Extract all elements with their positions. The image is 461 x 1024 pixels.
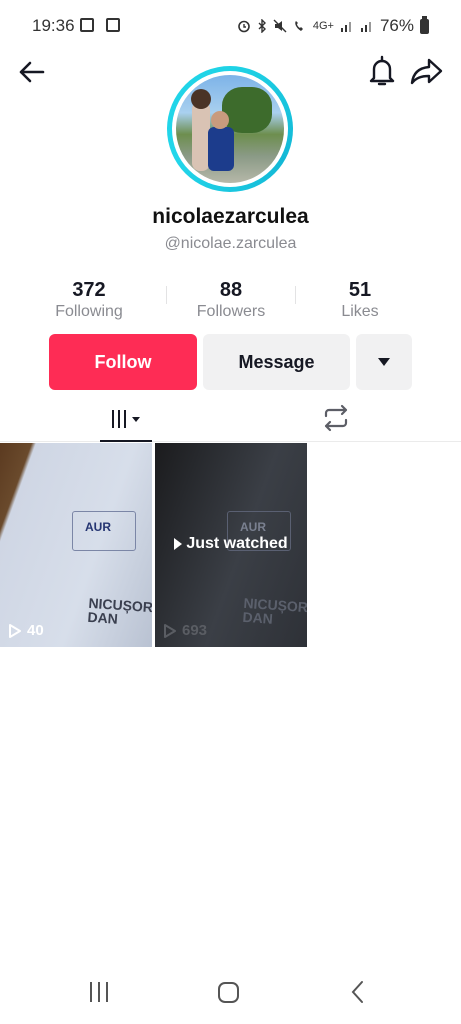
avatar-photo [176,75,284,183]
bell-icon[interactable] [366,54,398,88]
profile-stats: 372 Following 88 Followers 51 Likes [0,278,461,324]
share-icon[interactable] [410,54,444,88]
suggested-accounts-button[interactable] [356,334,412,390]
video-thumbnail[interactable]: AUR NICUȘOR DAN 40 [0,443,152,647]
status-time: 19:36 [32,16,75,35]
view-count: 40 [8,622,44,639]
gallery-icon [80,18,94,32]
system-nav-bar [0,970,461,1016]
play-outline-icon [164,623,176,638]
play-icon [174,538,183,550]
profile-username: nicolaezarculea [152,205,309,228]
ballot-logo-text: AUR [240,520,266,534]
tab-videos[interactable] [100,398,152,442]
content-tabs [0,398,461,442]
ballot-name: NICUȘOR DAN [87,594,152,627]
nav-back-icon[interactable] [350,980,364,1004]
avatar[interactable] [167,66,293,192]
avatar-person-2 [208,127,234,171]
back-arrow-icon[interactable] [16,56,48,88]
avatar-person-2-head [211,111,229,129]
stat-followers-label: Followers [196,303,266,320]
grid-bars-icon [112,410,126,428]
video-grid: AUR NICUȘOR DAN 40 AUR NICUȘOR DAN Just … [0,443,461,647]
stat-likes-label: Likes [341,303,379,320]
ballot-name: NICUȘOR DAN [242,594,307,627]
stat-followers[interactable]: 88 Followers [166,278,296,322]
signal-icon-2 [360,22,371,32]
just-watched-label: Just watched [155,535,307,553]
just-watched-text: Just watched [186,535,288,552]
message-button[interactable]: Message [203,334,350,390]
avatar-frame [172,71,288,187]
check-icon [106,18,120,32]
network-type: 4G+ [312,20,334,32]
view-count-value: 40 [27,622,44,639]
video-thumbnail[interactable]: AUR NICUȘOR DAN Just watched 693 [155,443,307,647]
bluetooth-icon [258,19,266,33]
stat-likes-value: 51 [348,279,372,301]
view-count-value: 693 [182,622,208,639]
view-count: 693 [163,622,207,639]
home-icon[interactable] [218,982,239,1003]
repost-icon[interactable] [320,402,352,434]
alarm-icon [238,20,250,33]
play-outline-icon [9,623,21,638]
avatar-person-1-head [191,89,211,109]
stat-likes[interactable]: 51 Likes [295,278,425,322]
profile-handle: @nicolae.zarculea [164,235,297,252]
ballot-logo: AUR [72,511,136,551]
chevron-down-icon [378,358,390,366]
mute-icon [273,19,287,33]
stat-following-label: Following [55,303,123,320]
avatar-tree [222,87,272,133]
battery-icon [420,15,429,34]
ballot-logo-text: AUR [85,520,111,534]
status-bar: 19:36 4G+ 76% [0,0,461,52]
status-right: 4G+ 76% [237,15,429,36]
notification-icons [80,18,120,32]
recent-apps-icon[interactable] [90,982,108,1002]
wifi-call-icon [295,21,303,31]
stat-following[interactable]: 372 Following [24,278,154,322]
stat-following-value: 372 [72,279,106,301]
signal-icon [340,22,351,32]
follow-button[interactable]: Follow [49,334,197,390]
battery-percent: 76% [379,16,414,35]
caret-down-icon [132,416,140,422]
stat-followers-value: 88 [219,279,243,301]
